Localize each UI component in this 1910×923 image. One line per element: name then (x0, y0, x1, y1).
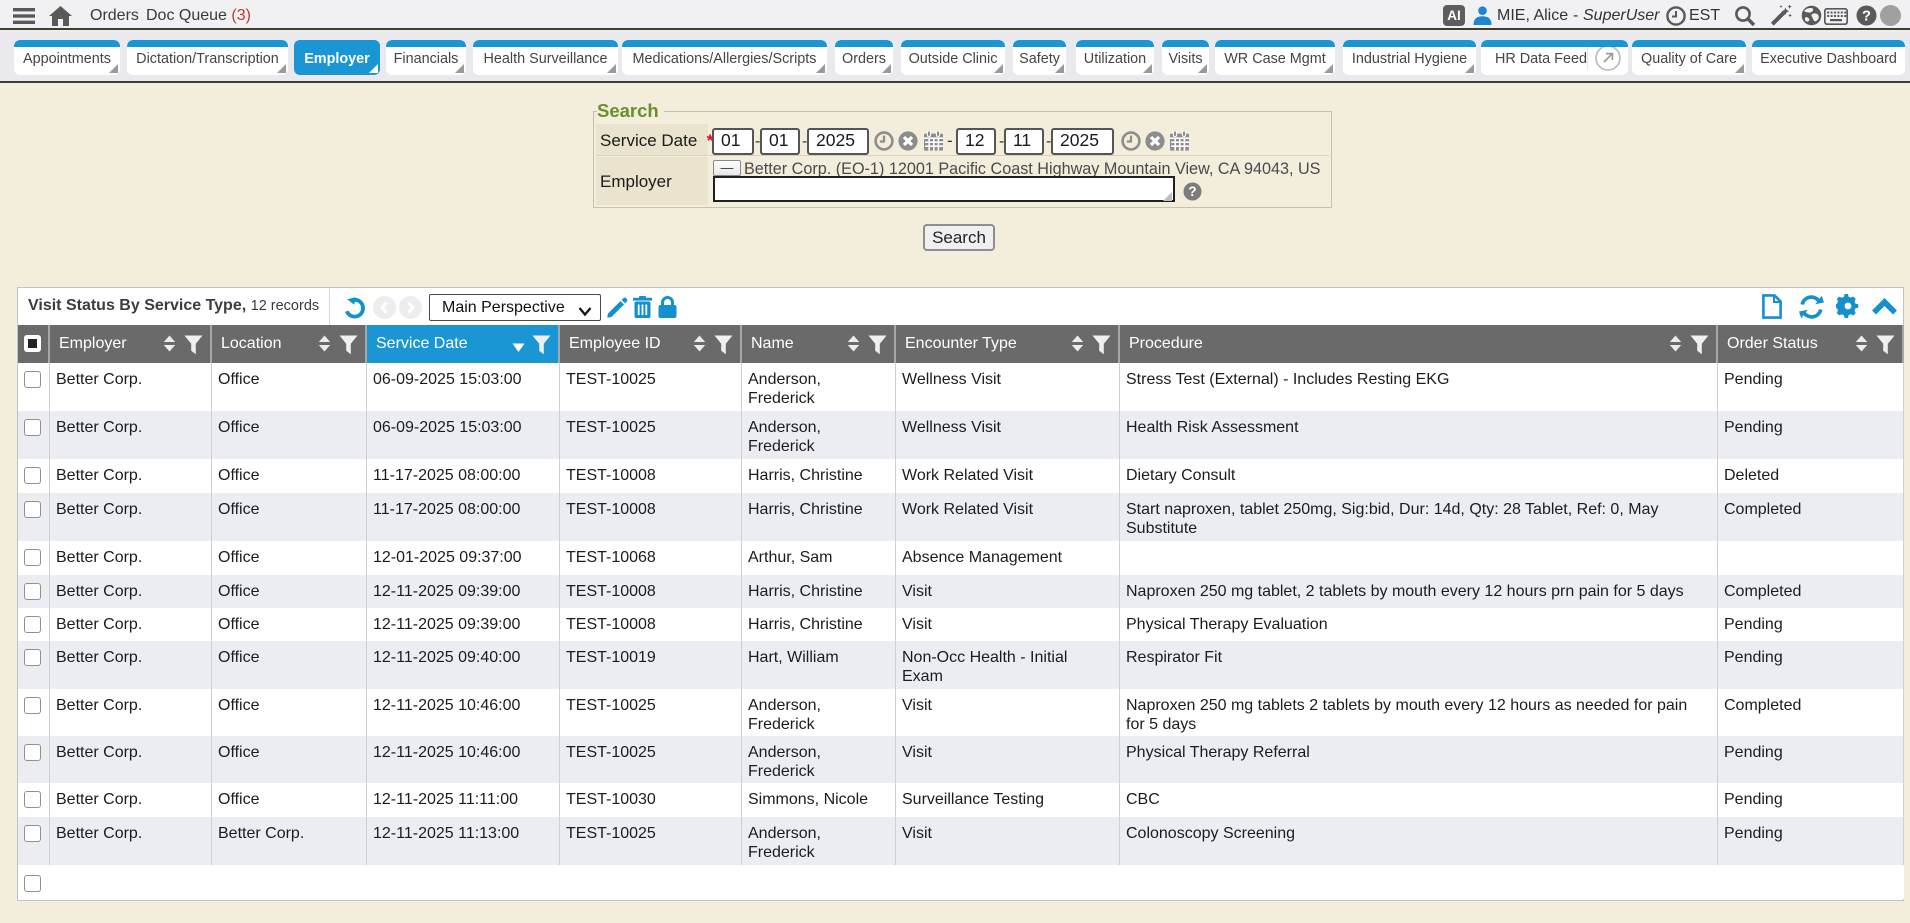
svg-text:?: ? (1188, 184, 1196, 199)
svg-text:?: ? (1862, 8, 1871, 25)
